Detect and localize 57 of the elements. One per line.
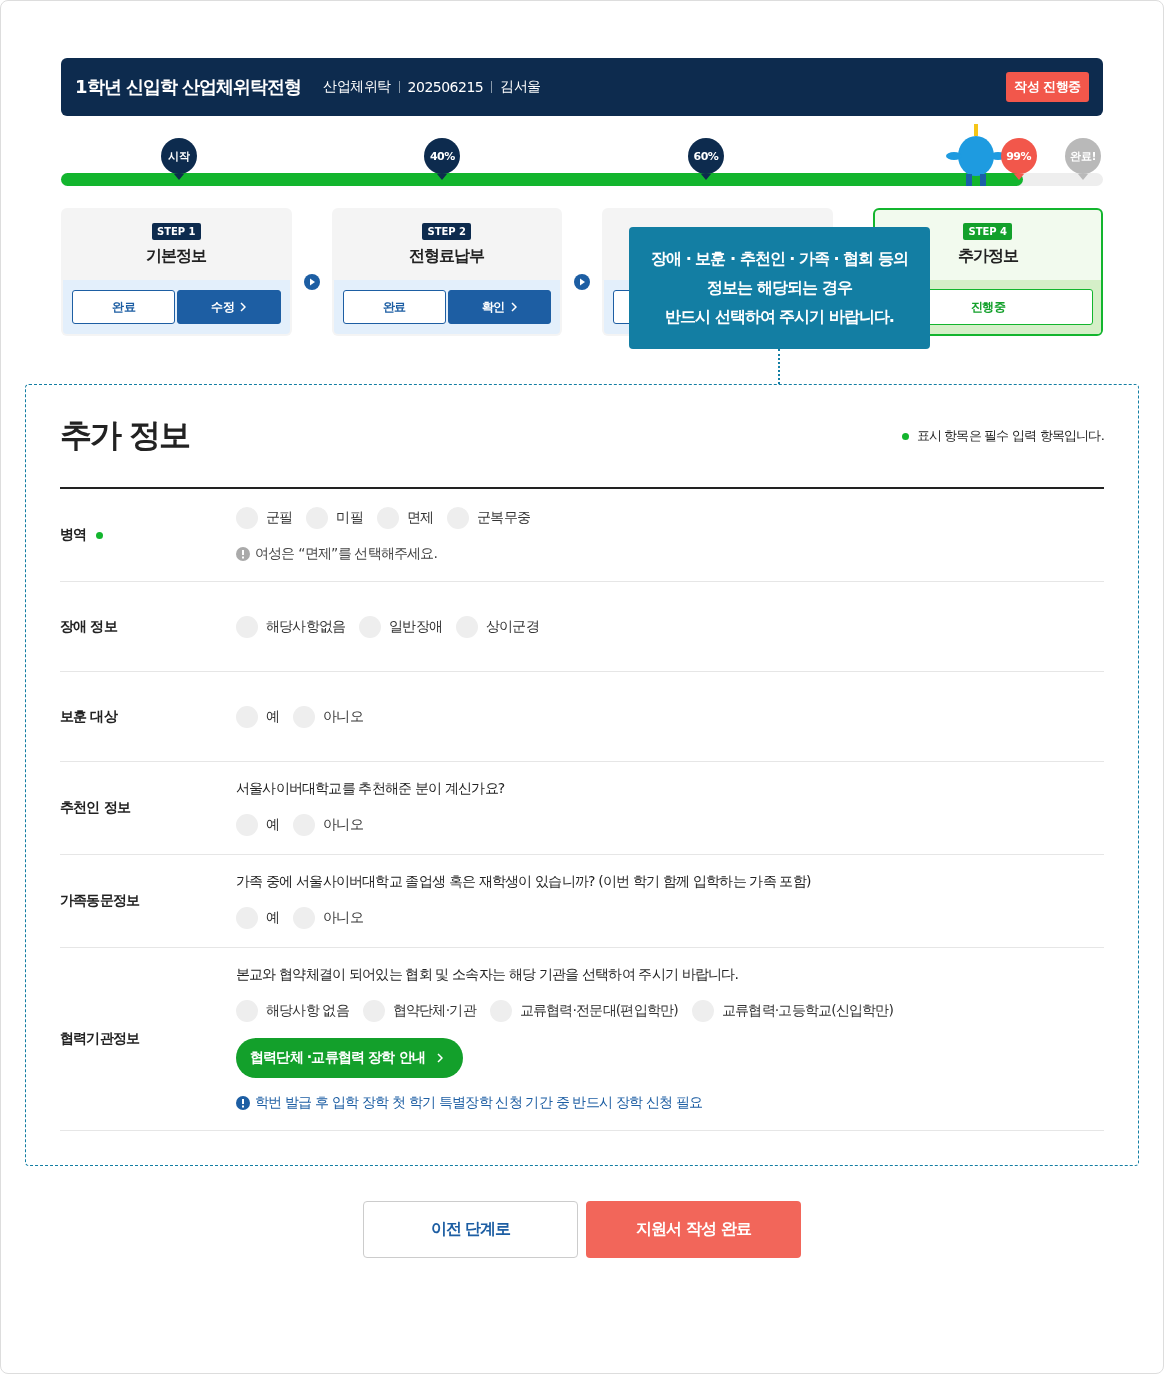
step-title: 기본정보 [146,246,207,267]
previous-button[interactable]: 이전 단계로 [363,1201,578,1258]
radio-option[interactable]: 해당사항 없음 [236,1000,349,1022]
application-meta: 산업체위탁 [323,78,391,96]
required-note: 표시 항목은 필수 입력 항목입니다. [916,427,1104,445]
radio-option[interactable]: 아니오 [293,705,363,728]
field-label: 장애 정보 [60,617,117,636]
notice-text: 학번 발급 후 입학 장학 첫 학기 특별장학 신청 기간 중 반드시 장학 신청 필요 [255,1094,703,1112]
radio-option[interactable]: 협약단체·기관 [362,1000,476,1022]
step-badge: STEP 4 [963,223,1013,240]
arrow-right-icon [574,274,590,290]
step-button[interactable]: 완료 [72,290,176,324]
field-label: 병역 [60,526,87,544]
info-icon [236,547,250,561]
radio-option[interactable]: 교류협력·전문대(편입학만) [489,1000,678,1022]
step-button[interactable]: 확인 [447,290,551,324]
radio-option[interactable]: 해당사항없음 [236,615,346,638]
field-question: 본교와 협약체결이 되어있는 협회 및 소속자는 해당 기관을 선택하여 주시기 바랍니다. [236,966,739,984]
field-label: 협력기관정보 [60,1030,140,1048]
chevron-right-icon [510,302,517,312]
info-icon [236,1096,250,1110]
required-dot-icon [96,531,104,539]
field-label: 가족동문정보 [60,892,140,910]
radio-option[interactable]: 아니오 [293,907,363,929]
radio-option[interactable]: 아니오 [293,814,363,836]
radio-option[interactable]: 상이군경 [456,615,539,638]
field-label: 추천인 정보 [60,799,131,817]
application-meta: 김서울 [500,78,541,96]
application-title: 1학년 신입학 산업체위탁전형 [75,75,302,99]
step-title: 전형료납부 [409,246,485,267]
required-dot-icon [901,432,909,440]
step-button[interactable]: 수정 [177,290,281,324]
section-title: 추가 정보 [60,415,190,456]
radio-option[interactable]: 예 [236,705,280,728]
step-badge: STEP 2 [422,223,472,240]
application-meta: 202506215 [407,79,484,95]
tooltip-text: 정보는 해당되는 경우 [707,277,852,299]
field-question: 서울사이버대학교를 추천해준 분이 계신가요? [236,780,505,798]
field-question: 가족 중에 서울사이버대학교 졸업생 혹은 재학생이 있습니까? (이번 학기 함께 입학하는 가족 포함) [236,873,811,891]
radio-option[interactable]: 예 [236,907,280,929]
chevron-right-icon [240,302,247,312]
radio-option[interactable]: 예 [236,814,280,836]
tooltip-text: 장애 · 보훈 · 추천인 · 가족 · 협회 등의 [651,248,908,270]
radio-option[interactable]: 일반장애 [359,615,442,638]
radio-option[interactable]: 미필 [306,507,363,529]
field-label: 보훈 대상 [60,707,117,726]
step-title: 추가정보 [957,246,1018,267]
arrow-right-icon [303,274,320,290]
radio-option[interactable]: 면제 [376,507,434,529]
step-badge: STEP 1 [151,223,201,240]
radio-option[interactable]: 군복무중 [447,507,531,529]
radio-option[interactable]: 군필 [236,507,293,529]
step-button[interactable]: 완료 [342,290,446,324]
hint-text: 여성은 “면제”를 선택해주세요. [255,545,438,563]
radio-option[interactable]: 교류협력·고등학교(신입학만) [691,1000,894,1022]
chevron-right-icon [437,1053,444,1063]
status-badge: 작성 진행중 [1006,72,1089,102]
